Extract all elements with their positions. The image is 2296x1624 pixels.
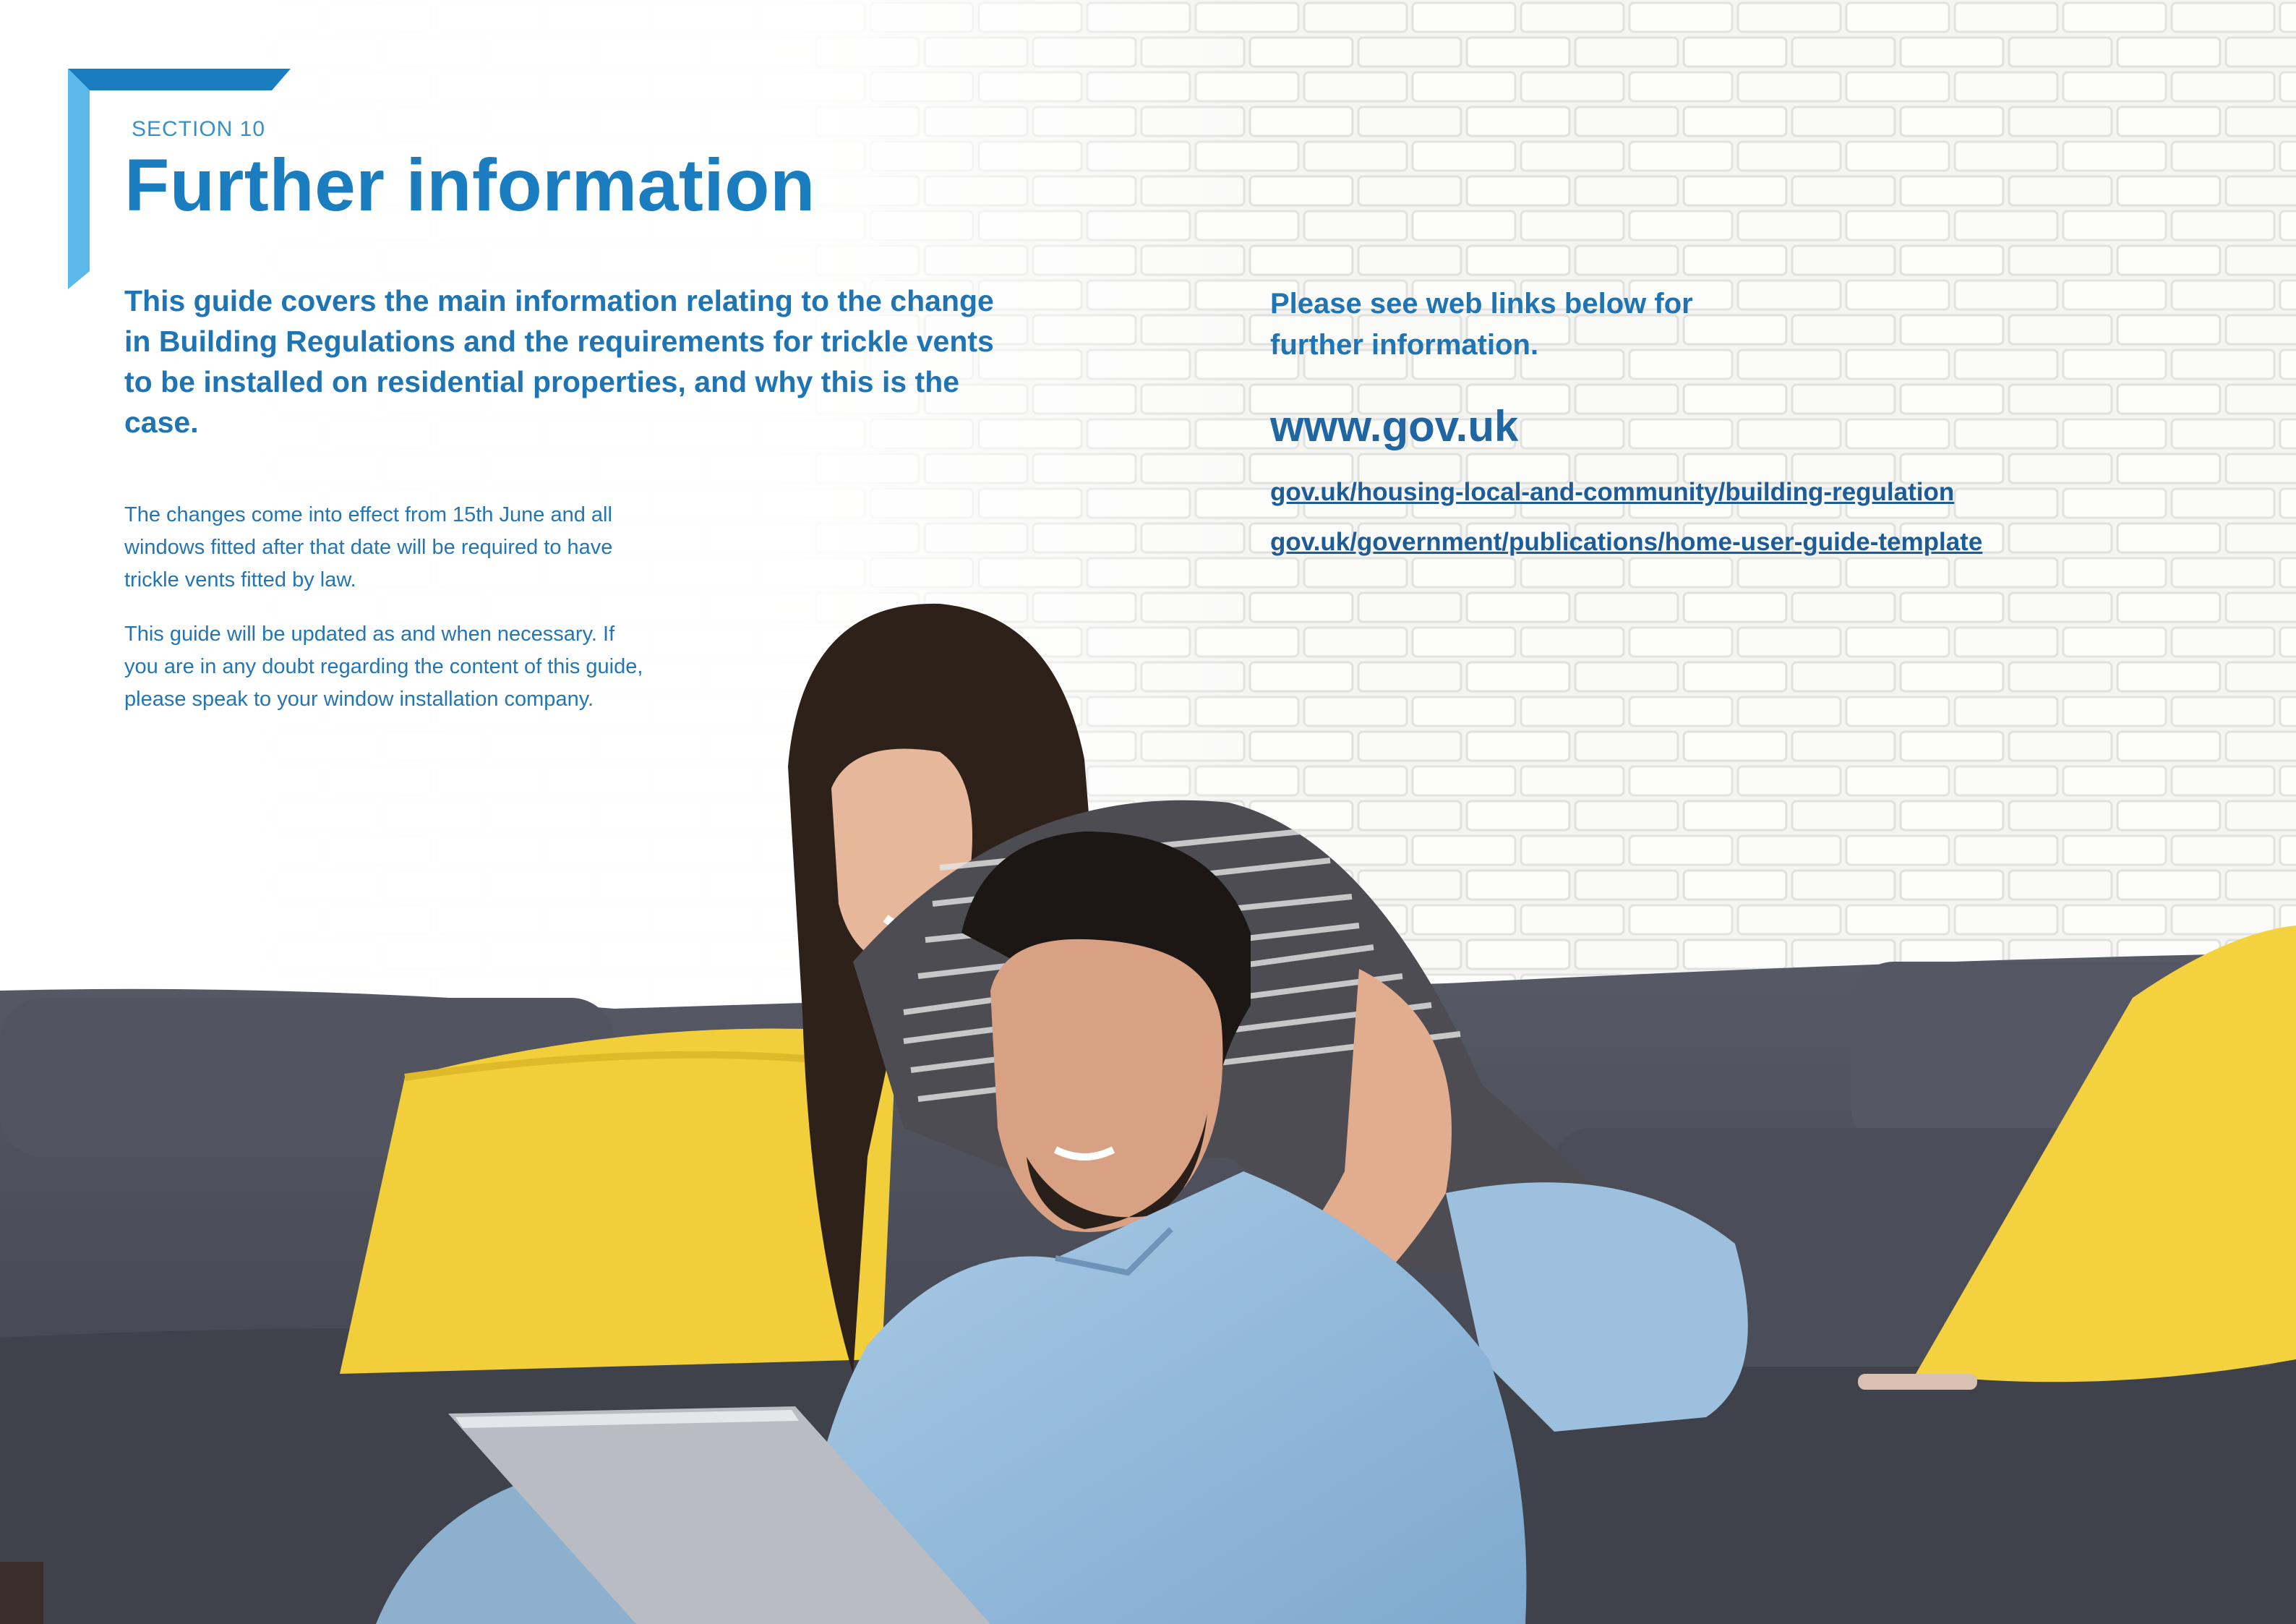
body-paragraph-updates: This guide will be updated as and when n… <box>124 623 643 711</box>
body-paragraph-effective-date: The changes come into effect from 15th J… <box>124 503 613 591</box>
weblink-building-regulation[interactable]: gov.uk/housing-local-and-community/build… <box>1270 478 1954 507</box>
site-heading-link[interactable]: www.gov.uk <box>1270 401 1518 451</box>
links-intro: Please see web links below for further i… <box>1270 288 1693 361</box>
intro-paragraph: This guide covers the main information r… <box>124 284 994 439</box>
weblink-home-user-guide-template[interactable]: gov.uk/government/publications/home-user… <box>1270 528 1982 557</box>
section-label: SECTION 10 <box>132 117 266 141</box>
content: SECTION 10 Further information This guid… <box>0 0 2296 1624</box>
page-title: Further information <box>124 144 815 226</box>
